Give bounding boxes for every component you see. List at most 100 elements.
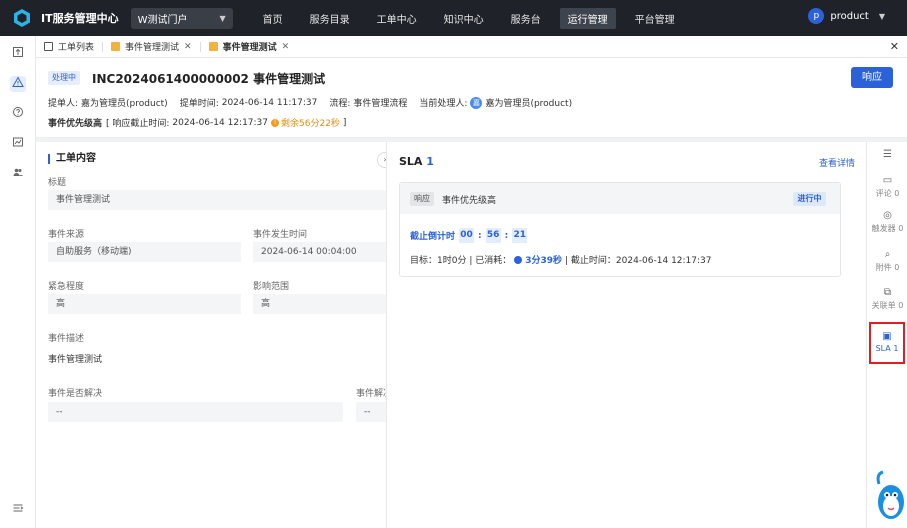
sla-card: 响应 事件优先级高 进行中 截止倒计时 00 : 56 : 21 目标：1时0分… <box>399 182 841 277</box>
nav-item-service-catalog[interactable]: 服务目录 <box>302 8 358 29</box>
sla-icon: ▣ <box>882 331 892 342</box>
ticket-header: 处理中 INC2024061400000002 事件管理测试 响应 提单人: 嘉… <box>36 58 907 138</box>
monitor-icon[interactable] <box>10 136 26 152</box>
nav-item-operations[interactable]: 运行管理 <box>559 7 616 29</box>
handler-label: 当前处理人: <box>419 99 468 109</box>
field-label: 事件解决 <box>356 389 386 399</box>
comments-tab[interactable]: ▭ 评论 0 <box>867 176 907 199</box>
assistant-mascot-icon[interactable] <box>871 462 905 522</box>
warning-icon: ! <box>271 118 280 127</box>
collapse-list-icon: ☰ <box>883 149 892 160</box>
respond-button[interactable]: 响应 <box>851 67 893 88</box>
tab-label: 工单列表 <box>58 43 95 53</box>
doc-icon <box>44 42 53 51</box>
users-icon[interactable] <box>10 166 26 182</box>
main-nav: 首页 服务目录 工单中心 知识中心 服务台 运行管理 平台管理 <box>255 0 694 36</box>
rb-label: 评论 0 <box>875 189 900 198</box>
submit-time-value: 2024-06-14 11:17:37 <box>221 97 318 108</box>
field-label: 事件发生时间 <box>253 230 308 240</box>
submit-time-label: 提单时间: <box>179 99 219 109</box>
deadline-value: 2024-06-14 12:17:37 <box>172 117 269 128</box>
countdown-minutes: 56 <box>485 228 501 243</box>
attachments-tab[interactable]: ⌕ 附件 0 <box>867 250 907 273</box>
field-label: 影响范围 <box>253 282 290 292</box>
deadline-open: [ 响应截止时间: <box>106 119 170 129</box>
ticket-content: 工单内容 标题 事件管理测试 事件来源 自助服务（移动端) 事件发生时间 202… <box>36 142 386 528</box>
handler-value[interactable]: 嘉为管理员(product) <box>485 96 572 109</box>
triggers-tab[interactable]: ◎ 触发器 0 <box>867 211 907 234</box>
collapse-panel-button[interactable]: ☰ <box>867 150 907 162</box>
close-all-tabs-icon[interactable]: ✕ <box>890 40 899 53</box>
submitter-label: 提单人: <box>48 99 79 109</box>
urgency-field[interactable]: 高 <box>48 294 241 314</box>
flow-label: 流程: <box>329 99 351 109</box>
resolved-field[interactable]: -- <box>48 402 343 422</box>
priority-label: 事件优先级高 <box>48 119 103 129</box>
portal-select[interactable]: W测试门户 ▼ <box>130 7 233 29</box>
sla-used: 3分39秒 <box>525 256 563 266</box>
deadline-close: ] <box>342 117 347 128</box>
copy-icon[interactable] <box>304 73 312 82</box>
page-tabs: 工单列表 事件管理测试 ✕ 事件管理测试 ✕ ✕ <box>36 36 907 58</box>
app-title: IT服务管理中心 <box>41 12 119 25</box>
sla-tab[interactable]: ▣ SLA 1 <box>869 322 905 364</box>
section-title: 工单内容 <box>48 154 96 164</box>
comment-icon: ▭ <box>882 175 893 186</box>
occur-time-field[interactable]: 2024-06-14 00:04:00 <box>253 242 386 262</box>
sla-card-header: 响应 事件优先级高 进行中 <box>400 183 840 214</box>
app-logo-icon[interactable] <box>12 8 32 28</box>
upload-icon[interactable] <box>10 46 26 62</box>
user-name: product <box>830 10 869 22</box>
avatar: p <box>808 8 825 24</box>
avatar: 嘉 <box>470 96 483 109</box>
help-icon[interactable] <box>10 106 26 122</box>
submitter-value: 嘉为管理员(product) <box>81 99 168 109</box>
sla-target: 目标：1时0分 | 已消耗： <box>410 256 512 266</box>
expand-menu-icon[interactable] <box>10 502 26 518</box>
resolve-field[interactable]: -- <box>356 402 386 422</box>
rb-label: 附件 0 <box>875 263 900 272</box>
source-field[interactable]: 自助服务（移动端) <box>48 242 241 262</box>
nav-item-knowledge-center[interactable]: 知识中心 <box>436 8 492 29</box>
chevron-down-icon: ▼ <box>219 13 226 23</box>
user-menu[interactable]: p product ▼ <box>808 8 885 24</box>
countdown-colon: : <box>504 230 509 241</box>
countdown-colon: : <box>478 230 482 241</box>
sla-panel: SLA 1 查看详情 响应 事件优先级高 进行中 截止倒计时 00 : 56 :… <box>386 142 866 528</box>
tab-label: 事件管理测试 <box>125 43 180 53</box>
trigger-icon: ◎ <box>883 210 892 221</box>
countdown-hours: 00 <box>459 228 475 243</box>
linked-tickets-tab[interactable]: ⧉ 关联单 0 <box>867 288 907 311</box>
page-title: INC2024061400000002 事件管理测试 <box>92 72 326 86</box>
tab-ticket-list[interactable]: 工单列表 <box>36 36 102 58</box>
nav-item-home[interactable]: 首页 <box>255 8 291 29</box>
title-field[interactable]: 事件管理测试 <box>48 190 386 210</box>
ticket-meta: 提单人: 嘉为管理员(product) 提单时间: 2024-06-14 11:… <box>48 96 575 109</box>
warning-icon[interactable] <box>10 76 26 92</box>
tab-incident-test-1[interactable]: 事件管理测试 ✕ <box>103 36 200 58</box>
remaining-time: 剩余56分22秒 <box>281 119 340 129</box>
close-icon[interactable]: ✕ <box>282 42 290 52</box>
priority-row: 事件优先级高 [ 响应截止时间: 2024-06-14 12:17:37 ! 剩… <box>48 116 347 130</box>
rb-label: 触发器 0 <box>871 224 904 233</box>
sla-name: 事件优先级高 <box>442 196 497 206</box>
sla-target-row: 目标：1时0分 | 已消耗： 3分39秒 | 截止时间：2024-06-14 1… <box>410 253 712 266</box>
sla-title-text: SLA <box>399 155 423 168</box>
close-icon[interactable]: ✕ <box>184 42 192 52</box>
view-detail-link[interactable]: 查看详情 <box>819 156 855 169</box>
sla-type-tag: 响应 <box>410 192 434 206</box>
nav-item-ticket-center[interactable]: 工单中心 <box>369 8 425 29</box>
top-navbar: IT服务管理中心 W测试门户 ▼ 首页 服务目录 工单中心 知识中心 服务台 运… <box>0 0 907 36</box>
sla-count: 1 <box>426 155 434 168</box>
clock-icon <box>514 255 523 264</box>
nav-item-service-desk[interactable]: 服务台 <box>503 8 549 29</box>
countdown: 截止倒计时 00 : 56 : 21 <box>410 228 528 243</box>
nav-item-platform[interactable]: 平台管理 <box>627 8 683 29</box>
tab-incident-test-2[interactable]: 事件管理测试 ✕ <box>201 36 298 58</box>
countdown-seconds: 21 <box>512 228 528 243</box>
sla-deadline: | 截止时间：2024-06-14 12:17:37 <box>565 256 712 266</box>
status-badge: 进行中 <box>793 192 826 206</box>
folder-icon <box>208 42 218 51</box>
chevron-down-icon: ▼ <box>878 11 885 21</box>
impact-field[interactable]: 高 <box>253 294 386 314</box>
